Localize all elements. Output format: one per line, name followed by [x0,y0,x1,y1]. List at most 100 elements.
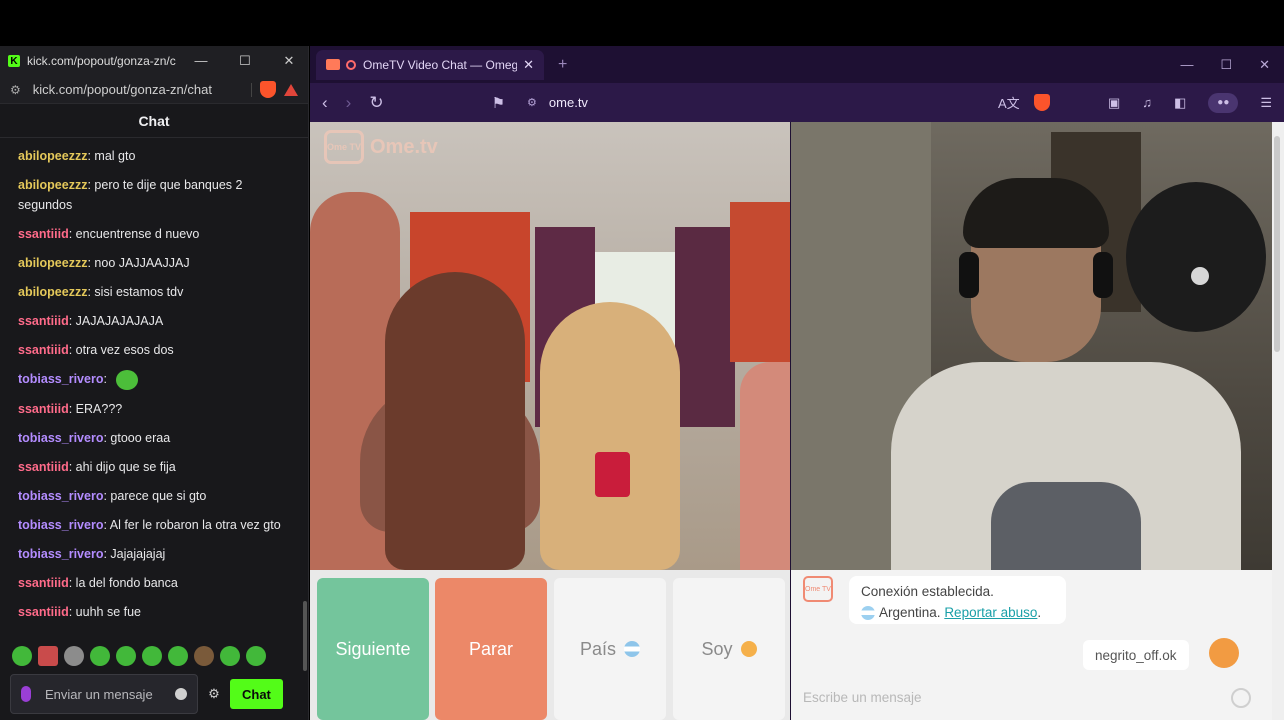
tab-title: OmeTV Video Chat — Omeg [363,57,518,72]
chat-scrollbar[interactable] [303,601,307,671]
wallet-icon[interactable]: ●● [1208,92,1239,113]
minimize-button[interactable]: — [1180,57,1193,73]
popout-url[interactable]: kick.com/popout/gonza-zn/chat [33,82,243,97]
report-abuse-link[interactable]: Reportar abuso [944,605,1037,620]
reload-icon[interactable]: ↻ [369,93,383,113]
emoji-icon[interactable] [1231,688,1251,708]
headset-icon [959,252,979,298]
chat-message: ssantiiid: ERA??? [18,401,123,416]
message-username[interactable]: ssantiiid [18,576,69,590]
popout-address-bar[interactable]: ⚙ kick.com/popout/gonza-zn/chat [0,76,308,104]
chat-messages-list[interactable]: abilopeezzz: mal gto abilopeezzz: pero t… [0,138,305,686]
video-scene-element [675,227,735,427]
video-person [963,178,1109,248]
close-button[interactable]: ✕ [1259,57,1270,73]
message-username[interactable]: ssantiiid [18,314,69,328]
tab-close-icon[interactable]: ✕ [523,57,534,73]
logo-text: Ome.tv [370,135,438,158]
emote-icon[interactable] [168,646,188,666]
chat-message: tobiass_rivero: gtooo eraa [18,430,171,445]
site-settings-icon[interactable]: ⚙ [527,96,537,109]
stranger-video-feed: Ome TV Ome.tv [310,122,790,570]
emote-icon[interactable] [194,646,214,666]
menu-icon[interactable]: ☰ [1260,95,1272,111]
message-text: otra vez esos dos [75,343,174,357]
report-suffix: . [1037,605,1042,620]
emote-icon[interactable] [116,646,136,666]
chat-message-input[interactable]: Enviar un mensaje [10,674,198,714]
chat-input-row: Enviar un mensaje ⚙ Chat [10,674,302,714]
message-username[interactable]: tobiass_rivero [18,547,103,561]
message-username[interactable]: ssantiiid [18,605,69,619]
chat-message-input[interactable]: Escribe un mensaje [803,690,1233,705]
message-username[interactable]: tobiass_rivero [18,372,103,386]
minimize-button[interactable]: — [190,53,212,69]
stop-button[interactable]: Parar [435,578,547,720]
page-scrollbar-thumb[interactable] [1274,136,1280,352]
chat-message: tobiass_rivero: Al fer le robaron la otr… [18,517,281,532]
video-scene-element [730,202,790,362]
message-username[interactable]: ssantiiid [18,460,69,474]
forward-arrow-icon[interactable]: › [346,93,352,113]
message-username[interactable]: tobiass_rivero [18,431,103,445]
translate-icon[interactable]: A文 [998,93,1020,112]
emoji-picker-icon[interactable] [175,688,187,700]
kick-popout-window: K kick.com/popout/gonza-zn/c — ☐ ✕ ⚙ kic… [0,46,309,720]
chat-message: abilopeezzz: noo JAJJAAJJAJ [18,256,190,270]
brave-rewards-icon[interactable] [284,83,298,96]
tab-strip: OmeTV Video Chat — Omeg ✕ + — ☐ ✕ [310,46,1284,83]
video-scene-element [1126,182,1266,332]
address-divider [251,82,252,97]
brave-shield-icon[interactable] [260,81,276,98]
boy-face-icon [740,641,757,657]
emote-icon[interactable] [220,646,240,666]
sidebar-toggle-icon[interactable]: ▣ [1108,95,1120,111]
message-username[interactable]: abilopeezzz [18,256,87,270]
media-icon[interactable]: ♫ [1142,95,1152,110]
message-username[interactable]: tobiass_rivero [18,518,103,532]
address-bar-url[interactable]: ome.tv [549,95,588,110]
message-username[interactable]: abilopeezzz [18,178,87,192]
chat-message: tobiass_rivero: [18,369,295,390]
tab-ometv[interactable]: OmeTV Video Chat — Omeg ✕ [316,49,544,80]
message-username[interactable]: abilopeezzz [18,149,87,163]
gender-button[interactable]: Soy [673,578,785,720]
ometv-logo: Ome TV Ome.tv [324,130,438,164]
tv-logo-icon: Ome TV [803,576,833,602]
maximize-button[interactable]: ☐ [1220,57,1232,73]
message-text: mal gto [94,149,136,163]
close-button[interactable]: ✕ [278,53,300,69]
message-text: parece que si gto [110,488,207,503]
send-chat-button[interactable]: Chat [230,679,283,709]
chat-input-placeholder[interactable]: Enviar un mensaje [45,687,175,702]
country-button[interactable]: País [554,578,666,720]
bookmark-icon[interactable]: ⚑ [492,94,505,112]
emote-icon[interactable] [90,646,110,666]
chat-message: ssantiiid: la del fondo banca [18,575,178,590]
emote-icon[interactable] [12,646,32,666]
message-username[interactable]: abilopeezzz [18,285,87,299]
split-view-icon[interactable]: ◧ [1174,95,1186,111]
message-username[interactable]: ssantiiid [18,227,69,241]
message-username[interactable]: tobiass_rivero [18,489,103,503]
video-scene-element [1191,267,1209,285]
next-button[interactable]: Siguiente [317,578,429,720]
message-username[interactable]: ssantiiid [18,343,69,357]
chat-message: tobiass_rivero: parece que si gto [18,488,207,503]
chat-settings-gear-icon[interactable]: ⚙ [206,686,222,702]
headset-icon [1093,252,1113,298]
back-arrow-icon[interactable]: ‹ [322,93,328,113]
microphone-icon[interactable] [21,686,31,702]
omegle-browser-window: OmeTV Video Chat — Omeg ✕ + — ☐ ✕ ‹ › ↻ … [310,46,1284,720]
brave-shield-icon[interactable] [1033,94,1050,111]
emote-icon[interactable] [64,646,84,666]
emote-icon[interactable] [246,646,266,666]
message-text: ahi dijo que se fija [75,459,176,474]
message-username[interactable]: ssantiiid [18,402,69,416]
site-settings-icon[interactable]: ⚙ [10,83,21,97]
emote-icon[interactable] [38,646,58,666]
new-tab-plus-icon[interactable]: + [558,56,567,74]
maximize-button[interactable]: ☐ [234,53,256,69]
message-text: JAJAJAJAJAJA [75,314,164,328]
emote-icon[interactable] [142,646,162,666]
